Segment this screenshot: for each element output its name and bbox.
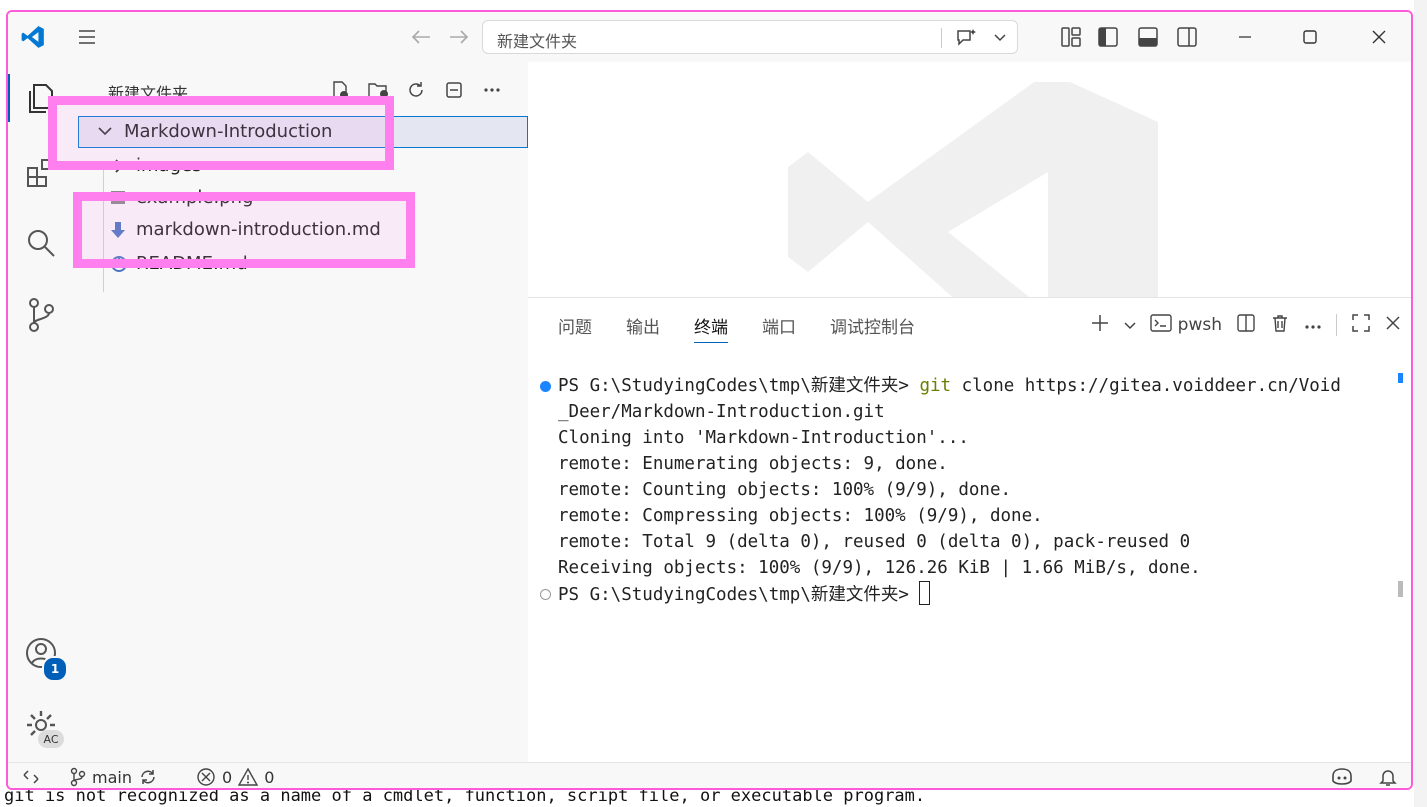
terminal-line: PS G:\StudyingCodes\tmp\新建文件夹> git clone… <box>538 373 1398 399</box>
notifications-bell-icon[interactable] <box>1378 765 1398 788</box>
warning-icon <box>238 767 259 786</box>
panel-tabs: 问题 输出 终端 端口 调试控制台 <box>558 298 915 352</box>
toggle-panel-icon[interactable] <box>1133 22 1163 52</box>
terminal-line: remote: Enumerating objects: 9, done. <box>558 454 948 474</box>
terminal-cursor <box>919 581 931 605</box>
split-terminal-icon[interactable] <box>1236 313 1256 338</box>
sync-icon <box>141 770 155 784</box>
chevron-down-icon[interactable] <box>1124 315 1136 335</box>
vscode-logo-icon <box>18 22 48 52</box>
search-icon[interactable] <box>18 220 64 266</box>
branch-name: main <box>92 767 132 787</box>
more-actions-icon[interactable] <box>1304 315 1322 335</box>
toggle-secondary-sidebar-icon[interactable] <box>1172 22 1202 52</box>
command-args: clone https://gitea.voiddeer.cn/Void <box>951 376 1341 396</box>
accounts-badge: 1 <box>42 656 68 682</box>
prompt-text: PS G:\StudyingCodes\tmp\新建文件夹> <box>558 585 920 605</box>
tab-problems[interactable]: 问题 <box>558 313 592 338</box>
terminal-line: _Deer/Markdown-Introduction.git <box>558 402 885 422</box>
tab-ports[interactable]: 端口 <box>762 313 796 338</box>
source-control-icon[interactable] <box>18 292 64 338</box>
chevron-down-icon[interactable] <box>987 25 1013 51</box>
git-branch-icon <box>70 767 86 787</box>
maximize-panel-icon[interactable] <box>1351 313 1371 338</box>
terminal-line: remote: Compressing objects: 100% (9/9),… <box>558 506 1043 526</box>
terminal-output[interactable]: PS G:\StudyingCodes\tmp\新建文件夹> git clone… <box>538 373 1398 608</box>
command-name: git <box>919 376 952 396</box>
scrollbar-thumb[interactable] <box>1398 581 1403 597</box>
branch-indicator[interactable]: main <box>70 765 158 788</box>
command-pending-dot <box>540 589 551 600</box>
editor-area <box>528 62 1411 297</box>
close-icon[interactable] <box>1364 22 1394 52</box>
toggle-sidebar-icon[interactable] <box>1093 22 1123 52</box>
command-center-search[interactable]: 新建文件夹 <box>482 20 1018 54</box>
menu-icon[interactable] <box>72 22 102 52</box>
forward-arrow-icon[interactable] <box>444 22 474 52</box>
terminal-line: remote: Counting objects: 100% (9/9), do… <box>558 480 1012 500</box>
status-bar: main 0 0 <box>8 762 1411 788</box>
terminal-line: Receiving objects: 100% (9/9), 126.26 Ki… <box>558 558 1201 578</box>
minimize-icon[interactable] <box>1230 22 1260 52</box>
error-icon <box>197 768 215 786</box>
problems-indicator[interactable]: 0 0 <box>196 765 275 788</box>
refresh-icon[interactable] <box>402 76 430 104</box>
search-placeholder: 新建文件夹 <box>497 32 578 51</box>
vscode-watermark-icon <box>788 82 1158 297</box>
terminal-line: remote: Total 9 (delta 0), reused 0 (del… <box>558 532 1191 552</box>
collapse-all-icon[interactable] <box>440 76 468 104</box>
command-success-dot <box>540 381 551 392</box>
error-count: 0 <box>222 767 233 787</box>
close-panel-icon[interactable] <box>1385 315 1401 336</box>
tab-output[interactable]: 输出 <box>626 313 660 338</box>
back-arrow-icon[interactable] <box>406 22 436 52</box>
terminal-shell-name[interactable]: pwsh <box>1178 315 1222 335</box>
titlebar: 新建文件夹 <box>8 12 1411 62</box>
vscode-window: 新建文件夹 1 AC 新建文件夹 Markdown-Introduction i… <box>6 10 1413 790</box>
copilot-chat-icon[interactable] <box>953 25 979 51</box>
bottom-panel: 问题 输出 终端 端口 调试控制台 pwsh PS G:\StudyingCod… <box>528 297 1411 763</box>
highlight-box-markdown-file <box>73 192 415 268</box>
remote-indicator-icon[interactable] <box>22 765 40 788</box>
background-window-edge <box>1414 0 1427 807</box>
customize-layout-icon[interactable] <box>1056 22 1086 52</box>
search-separator <box>941 28 942 48</box>
more-actions-icon[interactable] <box>478 76 506 104</box>
warning-count: 0 <box>264 767 275 787</box>
new-terminal-icon[interactable] <box>1090 313 1110 338</box>
copilot-icon[interactable] <box>1330 765 1354 788</box>
tab-terminal[interactable]: 终端 <box>694 313 728 343</box>
scrollbar-marker <box>1398 373 1403 383</box>
highlight-box-folder <box>48 96 394 170</box>
panel-actions-separator <box>1336 314 1337 336</box>
terminal-line: PS G:\StudyingCodes\tmp\新建文件夹> <box>538 581 1398 608</box>
terminal-shell-icon <box>1149 313 1172 338</box>
trash-icon[interactable] <box>1270 313 1290 338</box>
active-indicator <box>8 74 10 122</box>
prompt-text: PS G:\StudyingCodes\tmp\新建文件夹> <box>558 376 920 396</box>
maximize-icon[interactable] <box>1295 22 1325 52</box>
manage-badge: AC <box>38 730 64 748</box>
tab-debug-console[interactable]: 调试控制台 <box>830 313 915 338</box>
terminal-line: Cloning into 'Markdown-Introduction'... <box>558 428 969 448</box>
panel-actions: pwsh <box>1090 308 1401 342</box>
